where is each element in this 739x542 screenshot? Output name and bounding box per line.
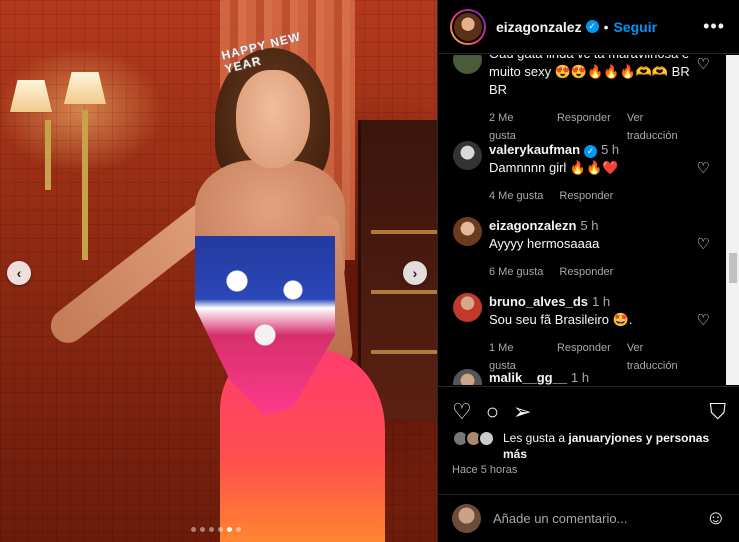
comment-text: Damnnnn girl 🔥🔥❤️ [489,160,619,175]
like-comment-heart-icon[interactable]: ♡ [697,55,710,73]
comment-username[interactable]: valerykaufman [489,142,580,157]
follow-button[interactable]: Seguir [614,19,658,35]
likes-summary: Les gusta a januaryjones y personas más [452,430,733,462]
comment-item: bruno_alves_ds 1 h Sou seu fã Brasileiro … [438,293,726,372]
comment-item: eizagonzalezn 5 h Ayyyy hermosaaaa 6 Me g… [438,217,726,287]
add-comment-bar: ☺ [438,494,739,542]
comment-time: 1 h [571,370,590,385]
comment-input[interactable] [493,511,693,526]
comment-likes[interactable]: 2 Me gusta [489,109,541,145]
verified-icon: ✓ [584,144,598,158]
post-sidebar: eizagonzalez ✓ • Seguir ••• Oau gata lin… [437,0,739,542]
comment-username[interactable]: bruno_alves_ds [489,294,588,309]
comment-avatar[interactable] [453,369,482,385]
comment-username[interactable]: eizagonzalezn [489,218,576,233]
post-image: HAPPY NEW YEAR ‹ › [0,0,437,542]
reply-button[interactable]: Responder [557,109,611,145]
author-avatar[interactable] [450,8,486,45]
header-separator: • [603,18,609,35]
face [236,70,310,168]
comment-avatar[interactable] [453,141,482,170]
reply-button[interactable]: Responder [559,187,613,205]
comment-text: Sou seu fã Brasileiro 🤩. [489,312,633,327]
translate-button[interactable]: Ver traducción [627,109,694,145]
like-comment-heart-icon[interactable]: ♡ [697,311,710,329]
author-username[interactable]: eizagonzalez [496,19,582,35]
like-heart-icon[interactable]: ♡ [452,399,472,425]
carousel-dots [191,527,241,532]
liker-avatars [452,430,495,447]
comment-time: 5 h [580,218,599,233]
carousel-dot [227,527,232,532]
comment-avatar[interactable] [453,293,482,322]
post-header: eizagonzalez ✓ • Seguir ••• [438,0,739,54]
lamp-arm-right [82,110,88,260]
post-timestamp: Hace 5 horas [452,464,518,476]
carousel-dot [200,527,205,532]
carousel-dot [218,527,223,532]
comment-avatar[interactable] [453,217,482,246]
likes-text[interactable]: Les gusta a januaryjones y personas más [503,430,733,462]
comment-time: 5 h [601,142,620,157]
current-user-avatar [452,504,481,533]
carousel-dot [191,527,196,532]
comment-time: 1 h [592,294,611,309]
carousel-dot [236,527,241,532]
comment-bubble-icon[interactable]: ○ [486,399,499,425]
comment-likes[interactable]: 6 Me gusta [489,263,543,281]
lamp-arm-left [45,120,51,190]
carousel-dot [209,527,214,532]
like-comment-heart-icon[interactable]: ♡ [697,235,710,253]
comment-text: Oau gata linda vc ta maravilhosa e muito… [489,55,690,97]
carousel-next-button[interactable]: › [403,261,427,285]
liker-username[interactable]: januaryjones [568,431,642,445]
comment-text: Ayyyy hermosaaaa [489,236,600,251]
comment-avatar[interactable] [453,55,482,74]
comment-item: valerykaufman ✓ 5 h Damnnnn girl 🔥🔥❤️ 4 Me… [438,141,726,211]
post-actions: ♡ ○ ➢ ⛉ [438,386,739,436]
verified-icon: ✓ [585,20,599,33]
comment-username[interactable]: malik__gg__ [489,370,567,385]
comment-item: Oau gata linda vc ta maravilhosa e muito… [438,55,726,142]
save-bookmark-icon[interactable]: ⛉ [709,399,726,425]
comments-list: Oau gata linda vc ta maravilhosa e muito… [438,55,726,385]
like-comment-heart-icon[interactable]: ♡ [697,159,710,177]
more-options-icon[interactable]: ••• [703,16,725,37]
share-send-icon[interactable]: ➢ [513,399,531,425]
carousel-prev-button[interactable]: ‹ [7,261,31,285]
reply-button[interactable]: Responder [559,263,613,281]
comment-likes[interactable]: 4 Me gusta [489,187,543,205]
comment-item: malik__gg__ 1 h [438,369,726,385]
comments-scrollbar[interactable] [726,55,739,385]
scroll-thumb[interactable] [729,253,737,283]
emoji-icon[interactable]: ☺ [706,507,726,530]
